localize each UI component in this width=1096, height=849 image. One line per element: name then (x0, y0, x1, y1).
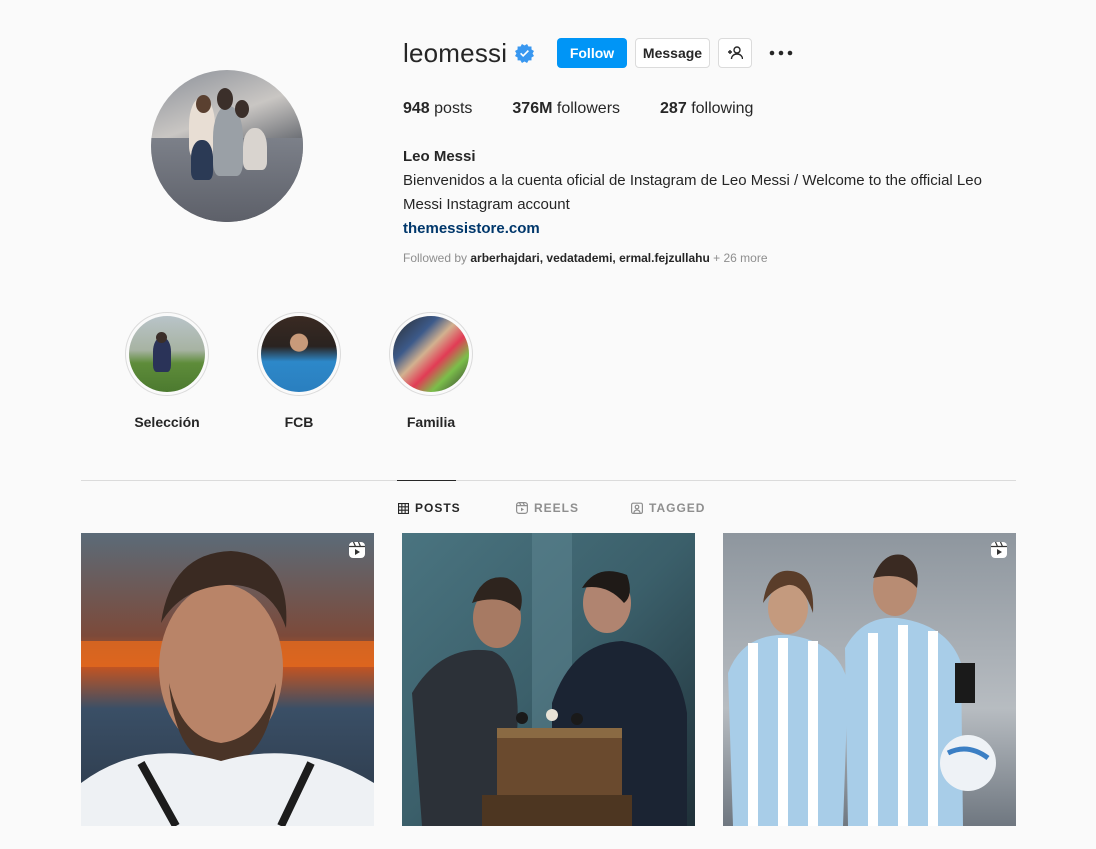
avatar-figure (243, 128, 267, 170)
website-link[interactable]: themessistore.com (403, 217, 1023, 241)
reels-icon (516, 502, 528, 514)
post-tile[interactable] (402, 533, 695, 826)
followers-count-label: followers (556, 100, 621, 117)
highlight-figure (153, 338, 171, 372)
highlight-cover (261, 316, 337, 392)
avatar-figure (235, 100, 249, 118)
highlight-cover (129, 316, 205, 392)
followed-by-names: arberhajdari, vedatademi, ermal.fejzulla… (470, 251, 710, 265)
reel-icon (991, 541, 1007, 558)
tabs-divider (81, 480, 1016, 481)
bio-text: Bienvenidos a la cuenta oficial de Insta… (403, 172, 982, 213)
avatar-figure (191, 140, 213, 180)
highlight-ring (389, 312, 473, 396)
followed-by-prefix: Followed by (403, 251, 468, 265)
following-count-label: following (691, 100, 754, 117)
tab-label: TAGGED (649, 501, 706, 515)
highlight-label: Familia (406, 414, 456, 430)
tab-tagged[interactable]: TAGGED (631, 500, 705, 516)
tab-posts[interactable]: POSTS (398, 500, 461, 516)
highlight-ring (257, 312, 341, 396)
avatar-figure (196, 95, 211, 113)
highlight-ring (125, 312, 209, 396)
verified-badge-icon (515, 43, 535, 63)
highlight-label: Selección (134, 414, 200, 430)
highlight-familia[interactable]: Familia (388, 312, 474, 430)
post-image (402, 533, 695, 826)
more-options-button[interactable] (766, 38, 796, 68)
username-row: leomessi (403, 37, 535, 68)
following-link[interactable]: 287 following (660, 100, 753, 118)
highlight-fcb[interactable]: FCB (256, 312, 342, 430)
reel-icon (349, 541, 365, 558)
highlight-figure (156, 332, 167, 343)
suggest-user-button[interactable] (718, 38, 752, 68)
highlight-label: FCB (284, 414, 314, 430)
following-count-value: 287 (660, 100, 687, 117)
highlight-seleccion[interactable]: Selección (124, 312, 210, 430)
tagged-icon (631, 502, 643, 514)
post-image (81, 533, 374, 826)
full-name: Leo Messi (403, 148, 476, 165)
profile-avatar[interactable] (151, 70, 303, 222)
posts-count: 948 posts (403, 100, 472, 118)
tab-label: POSTS (415, 501, 461, 515)
active-tab-indicator (397, 480, 456, 481)
post-image (723, 533, 1016, 826)
posts-count-label: posts (434, 100, 473, 117)
avatar-figure (217, 88, 233, 110)
followed-by-more: + 26 more (713, 251, 768, 265)
post-tile[interactable] (723, 533, 1016, 826)
message-button[interactable]: Message (635, 38, 710, 68)
profile-bio: Leo Messi Bienvenidos a la cuenta oficia… (403, 145, 1023, 241)
profile-stats: 948 posts 376M followers 287 following (403, 100, 793, 118)
username: leomessi (403, 37, 508, 68)
followed-by[interactable]: Followed by arberhajdari, vedatademi, er… (403, 251, 768, 265)
grid-icon (398, 502, 409, 514)
more-icon (769, 50, 793, 56)
followers-link[interactable]: 376M followers (512, 100, 620, 118)
post-tile[interactable] (81, 533, 374, 826)
highlight-cover (393, 316, 469, 392)
tab-label: REELS (534, 501, 580, 515)
add-user-icon (728, 46, 743, 60)
follow-button[interactable]: Follow (557, 38, 627, 68)
tab-reels[interactable]: REELS (516, 500, 579, 516)
posts-count-value: 948 (403, 100, 430, 117)
followers-count-value: 376M (512, 100, 553, 117)
